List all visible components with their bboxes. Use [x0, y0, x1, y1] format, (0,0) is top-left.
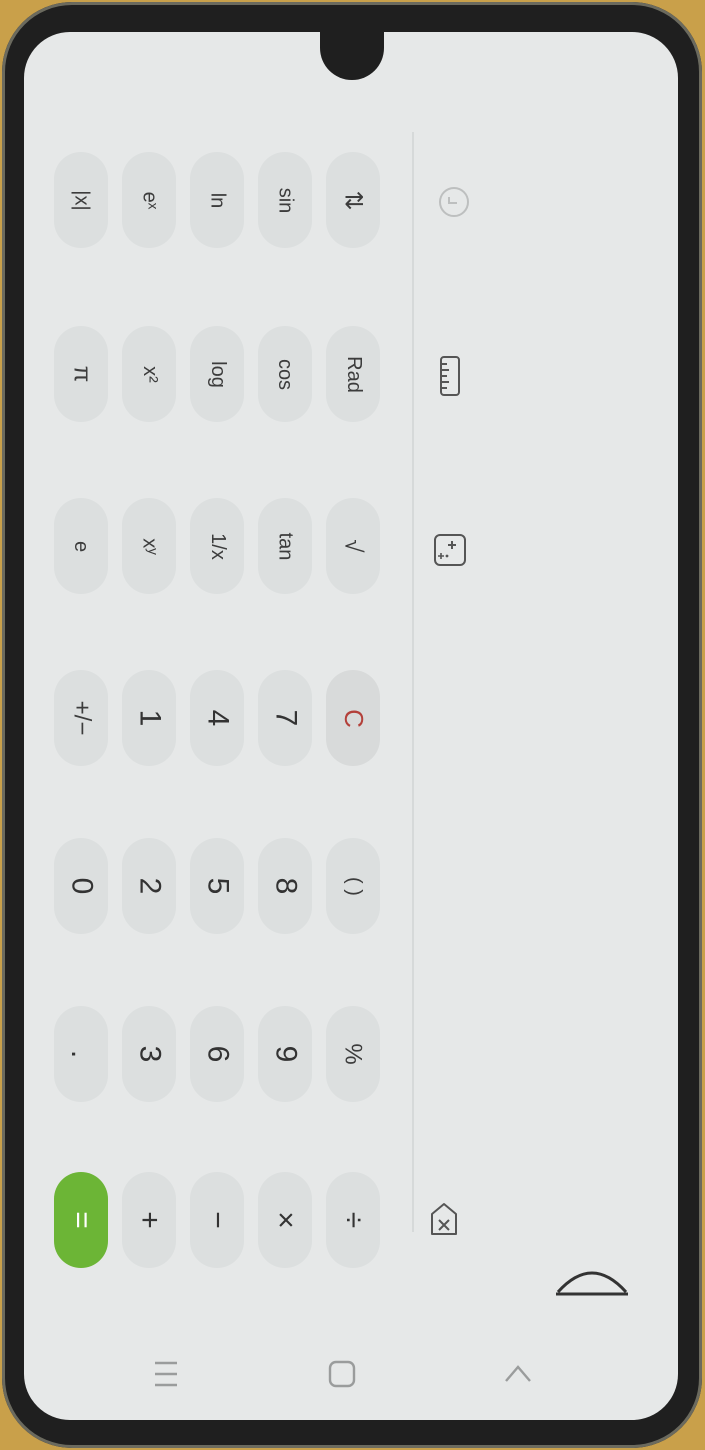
- multiply-button[interactable]: ×: [258, 1172, 312, 1268]
- calculator-screen: |x| π e +/− 0 . = eˣ x² xʸ 1 2 3 + ln lo…: [24, 32, 678, 1420]
- digit-4-button[interactable]: 4: [190, 670, 244, 766]
- tan-button[interactable]: tan: [258, 498, 312, 594]
- digit-5-button[interactable]: 5: [190, 838, 244, 934]
- plus-minus-button[interactable]: +/−: [54, 670, 108, 766]
- digit-3-button[interactable]: 3: [122, 1006, 176, 1102]
- digit-8-button[interactable]: 8: [258, 838, 312, 934]
- cos-button[interactable]: cos: [258, 326, 312, 422]
- percent-button[interactable]: %: [326, 1006, 380, 1102]
- back-icon[interactable]: [498, 1354, 538, 1394]
- parentheses-button[interactable]: ( ): [326, 838, 380, 934]
- expand-handle-icon[interactable]: [554, 1260, 630, 1296]
- reciprocal-button[interactable]: 1/x: [190, 498, 244, 594]
- clock-icon[interactable]: [434, 182, 474, 222]
- divide-button[interactable]: ÷: [326, 1172, 380, 1268]
- euler-button[interactable]: e: [54, 498, 108, 594]
- ln-button[interactable]: ln: [190, 152, 244, 248]
- add-button[interactable]: +: [122, 1172, 176, 1268]
- subtract-button[interactable]: −: [190, 1172, 244, 1268]
- equals-button[interactable]: =: [54, 1172, 108, 1268]
- digit-7-button[interactable]: 7: [258, 670, 312, 766]
- sqrt-button[interactable]: √: [326, 498, 380, 594]
- pi-button[interactable]: π: [54, 326, 108, 422]
- square-button[interactable]: x²: [122, 326, 176, 422]
- swap-functions-button[interactable]: ⇅: [326, 152, 380, 248]
- digit-9-button[interactable]: 9: [258, 1006, 312, 1102]
- ruler-icon[interactable]: [430, 356, 470, 396]
- home-icon[interactable]: [322, 1354, 362, 1394]
- backspace-icon[interactable]: [424, 1200, 464, 1240]
- calculator-icon[interactable]: [430, 530, 470, 570]
- decimal-button[interactable]: .: [54, 1006, 108, 1102]
- digit-2-button[interactable]: 2: [122, 838, 176, 934]
- digit-0-button[interactable]: 0: [54, 838, 108, 934]
- panel-divider: [412, 132, 414, 1232]
- digit-6-button[interactable]: 6: [190, 1006, 244, 1102]
- clear-button[interactable]: C: [326, 670, 380, 766]
- log-button[interactable]: log: [190, 326, 244, 422]
- exp-button[interactable]: eˣ: [122, 152, 176, 248]
- rad-deg-button[interactable]: Rad: [326, 326, 380, 422]
- recent-apps-icon[interactable]: [146, 1354, 186, 1394]
- sin-button[interactable]: sin: [258, 152, 312, 248]
- power-button[interactable]: xʸ: [122, 498, 176, 594]
- digit-1-button[interactable]: 1: [122, 670, 176, 766]
- abs-button[interactable]: |x|: [54, 152, 108, 248]
